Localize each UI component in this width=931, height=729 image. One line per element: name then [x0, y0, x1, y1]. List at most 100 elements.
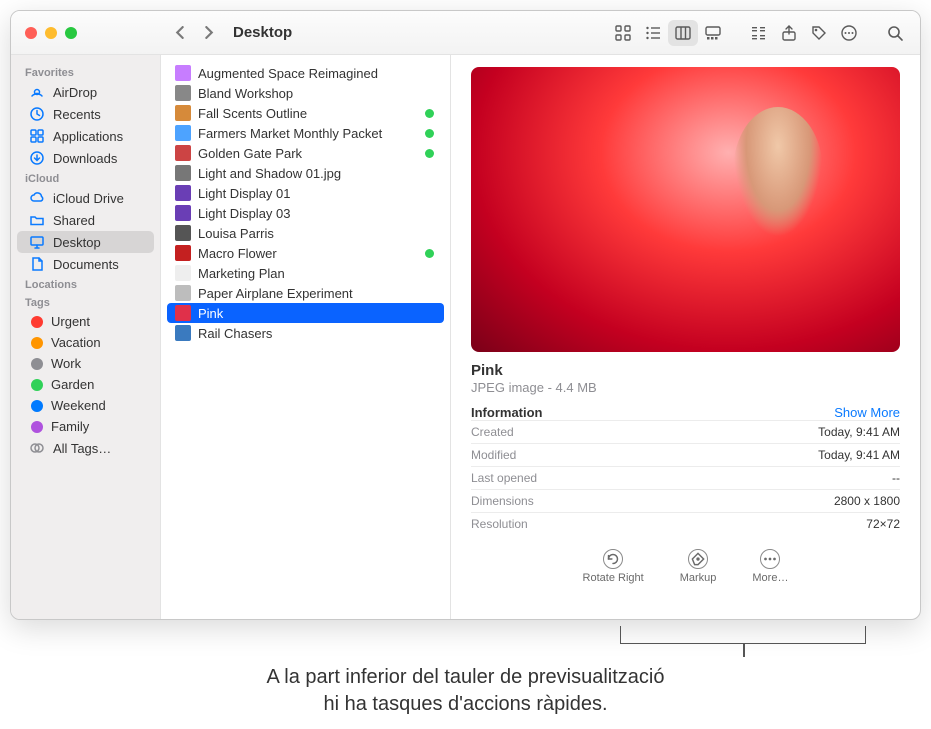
sidebar-item-desktop[interactable]: Desktop — [17, 231, 154, 253]
file-item[interactable]: Light Display 03 — [167, 203, 444, 223]
file-label: Light and Shadow 01.jpg — [198, 166, 436, 181]
file-thumbnail-icon — [175, 105, 191, 121]
file-item[interactable]: Rail Chasers — [167, 323, 444, 343]
sidebar-item-airdrop[interactable]: AirDrop — [17, 81, 154, 103]
forward-button[interactable] — [195, 20, 221, 46]
sidebar-item-shared[interactable]: Shared — [17, 209, 154, 231]
tag-dot-icon — [31, 421, 43, 433]
file-item[interactable]: Light and Shadow 01.jpg — [167, 163, 444, 183]
sidebar-item-documents[interactable]: Documents — [17, 253, 154, 275]
quick-action-label: Markup — [680, 572, 717, 584]
tag-dot-icon — [31, 337, 43, 349]
column-view-button[interactable] — [668, 20, 698, 46]
sidebar-item-applications[interactable]: Applications — [17, 125, 154, 147]
file-item[interactable]: Louisa Parris — [167, 223, 444, 243]
view-mode-group — [608, 20, 728, 46]
file-thumbnail-icon — [175, 265, 191, 281]
quick-action-more[interactable]: More… — [752, 549, 788, 584]
share-button[interactable] — [774, 20, 804, 46]
sidebar-item-vacation[interactable]: Vacation — [17, 332, 154, 353]
file-thumbnail-icon — [175, 165, 191, 181]
file-item[interactable]: Pink — [167, 303, 444, 323]
tag-indicator-icon — [425, 149, 434, 158]
file-thumbnail-icon — [175, 225, 191, 241]
show-more-link[interactable]: Show More — [834, 405, 900, 420]
file-label: Pink — [198, 306, 436, 321]
annotation-bracket — [620, 626, 866, 644]
cloud-icon — [29, 190, 45, 206]
file-item[interactable]: Fall Scents Outline — [167, 103, 444, 123]
info-key: Modified — [471, 448, 516, 462]
list-view-button[interactable] — [638, 20, 668, 46]
file-item[interactable]: Bland Workshop — [167, 83, 444, 103]
info-row: Last opened-- — [471, 466, 900, 489]
file-item[interactable]: Light Display 01 — [167, 183, 444, 203]
file-thumbnail-icon — [175, 205, 191, 221]
file-thumbnail-icon — [175, 245, 191, 261]
more-icon — [760, 549, 780, 569]
file-thumbnail-icon — [175, 285, 191, 301]
sidebar-item-urgent[interactable]: Urgent — [17, 311, 154, 332]
window-title: Desktop — [233, 24, 292, 41]
sidebar-item-label: Documents — [53, 257, 119, 272]
markup-icon — [688, 549, 708, 569]
info-value: 72×72 — [866, 517, 900, 531]
sidebar-item-label: Desktop — [53, 235, 101, 250]
search-button[interactable] — [880, 20, 910, 46]
sidebar-item-icloud-drive[interactable]: iCloud Drive — [17, 187, 154, 209]
back-button[interactable] — [167, 20, 193, 46]
sidebar-item-downloads[interactable]: Downloads — [17, 147, 154, 169]
sidebar-item-label: AirDrop — [53, 85, 97, 100]
info-row: Resolution 72×72 — [471, 512, 900, 535]
tags-button[interactable] — [804, 20, 834, 46]
tag-dot-icon — [31, 358, 43, 370]
sidebar-section-header: Tags — [11, 293, 160, 311]
tag-indicator-icon — [425, 129, 434, 138]
window-controls — [25, 27, 77, 39]
sidebar-item-all-tags-[interactable]: All Tags… — [17, 437, 154, 459]
gallery-view-button[interactable] — [698, 20, 728, 46]
file-label: Paper Airplane Experiment — [198, 286, 436, 301]
file-label: Light Display 01 — [198, 186, 436, 201]
zoom-window[interactable] — [65, 27, 77, 39]
sidebar-item-weekend[interactable]: Weekend — [17, 395, 154, 416]
file-label: Louisa Parris — [198, 226, 436, 241]
file-item[interactable]: Paper Airplane Experiment — [167, 283, 444, 303]
file-item[interactable]: Marketing Plan — [167, 263, 444, 283]
sidebar-item-label: Applications — [53, 129, 123, 144]
sidebar-item-label: Downloads — [53, 151, 117, 166]
sidebar-item-label: Urgent — [51, 314, 90, 329]
sidebar-item-label: Vacation — [51, 335, 101, 350]
file-label: Light Display 03 — [198, 206, 436, 221]
file-label: Golden Gate Park — [198, 146, 418, 161]
file-label: Fall Scents Outline — [198, 106, 418, 121]
file-item[interactable]: Macro Flower — [167, 243, 444, 263]
info-row: CreatedToday, 9:41 AM — [471, 420, 900, 443]
nav-buttons — [167, 20, 221, 46]
file-column: Augmented Space ReimaginedBland Workshop… — [161, 55, 451, 619]
more-actions-button[interactable] — [834, 20, 864, 46]
sidebar-section-header: Favorites — [11, 63, 160, 81]
window-body: Favorites AirDrop Recents Applications Downl… — [11, 55, 920, 619]
info-table: CreatedToday, 9:41 AM Modified Today, 9:41… — [471, 420, 900, 535]
info-value: Today, 9:41 AM — [818, 448, 900, 462]
file-item[interactable]: Augmented Space Reimagined — [167, 63, 444, 83]
minimize-window[interactable] — [45, 27, 57, 39]
finder-window: Desktop Favorites AirDrop Recents Applicati… — [10, 10, 921, 620]
info-key: Resolution — [471, 517, 528, 531]
sidebar-item-garden[interactable]: Garden — [17, 374, 154, 395]
info-key: Created — [471, 425, 514, 439]
file-item[interactable]: Farmers Market Monthly Packet — [167, 123, 444, 143]
sidebar-item-work[interactable]: Work — [17, 353, 154, 374]
sidebar-item-family[interactable]: Family — [17, 416, 154, 437]
group-by-button[interactable] — [744, 20, 774, 46]
file-label: Macro Flower — [198, 246, 418, 261]
sidebar-item-recents[interactable]: Recents — [17, 103, 154, 125]
quick-action-markup[interactable]: Markup — [680, 549, 717, 584]
icon-view-button[interactable] — [608, 20, 638, 46]
close-window[interactable] — [25, 27, 37, 39]
file-label: Marketing Plan — [198, 266, 436, 281]
file-item[interactable]: Golden Gate Park — [167, 143, 444, 163]
file-thumbnail-icon — [175, 125, 191, 141]
quick-action-rotate[interactable]: Rotate Right — [583, 549, 644, 584]
